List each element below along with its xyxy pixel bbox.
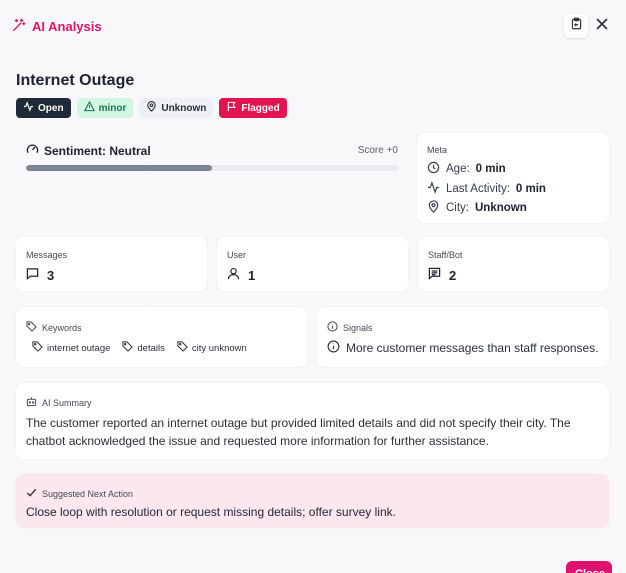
keyword-text: city unknown	[191, 342, 247, 354]
status-badge-label: Open	[38, 102, 64, 114]
signals-card: Signals More customer messages than staf…	[317, 307, 609, 367]
severity-badge-label: minor	[98, 102, 127, 114]
keywords-label-row: Keywords	[26, 321, 82, 334]
keywords-card: Keywords internet outage details city un…	[16, 307, 307, 367]
meta-last-activity-row: Last Activity: 0 min	[427, 181, 546, 197]
modal-title-text: AI Analysis	[32, 19, 102, 34]
ticket-title: Internet Outage	[16, 72, 135, 89]
sentiment-label: Sentiment: Neutral	[44, 144, 151, 158]
activity-icon	[23, 101, 34, 115]
age-value: 0 min	[475, 163, 506, 175]
signal-item: More customer messages than staff respon…	[327, 340, 599, 356]
ticket-badges: Open minor Unknown Flagged	[16, 98, 287, 118]
modal-title: AI Analysis	[12, 18, 102, 35]
user-stat-card: User 1	[217, 237, 408, 291]
copy-button[interactable]	[564, 14, 588, 38]
signal-text: More customer messages than staff respon…	[346, 341, 599, 355]
tag-icon	[177, 341, 188, 355]
age-label: Age:	[446, 163, 470, 175]
close-icon	[596, 17, 608, 35]
keyword-text: internet outage	[47, 342, 111, 354]
clock-icon	[427, 161, 440, 177]
keyword-text: details	[137, 342, 165, 354]
ai-summary-text: The customer reported an internet outage…	[26, 416, 571, 448]
tag-icon	[26, 321, 37, 334]
staff-bot-stat-value-row: 2	[428, 267, 456, 283]
messages-stat-value-row: 3	[26, 267, 54, 283]
sentiment-card: Sentiment: Neutral Score +0	[16, 133, 408, 223]
meta-label: Meta	[427, 145, 448, 155]
location-badge-label: Unknown	[161, 102, 207, 114]
location-badge: Unknown	[139, 98, 214, 118]
tag-icon	[32, 341, 43, 355]
chat-bubble-icon	[26, 267, 39, 283]
tag-icon	[122, 341, 134, 355]
city-label: City:	[446, 202, 469, 214]
map-pin-icon	[427, 200, 440, 216]
status-badge: Open	[16, 98, 71, 118]
next-action-label: Suggested Next Action	[42, 488, 134, 499]
warning-triangle-icon	[83, 100, 95, 115]
sentiment-title: Sentiment: Neutral	[26, 143, 151, 159]
flag-icon	[226, 101, 237, 115]
last-activity-value: 0 min	[515, 183, 546, 195]
staff-bot-stat-value: 2	[449, 267, 457, 283]
messages-stat-value: 3	[47, 267, 55, 283]
sentiment-score: Score +0	[357, 145, 398, 156]
keyword-chip: internet outage	[32, 341, 110, 355]
user-stat-value-row: 1	[227, 267, 255, 283]
messages-stat-label: Messages	[26, 250, 68, 260]
ai-analysis-modal: AI Analysis Internet Outage Open minor U…	[0, 0, 626, 573]
signals-label-row: Signals	[327, 321, 373, 334]
user-stat-value: 1	[248, 267, 256, 283]
keyword-list: internet outage details city unknown	[32, 341, 247, 355]
sentiment-bar-fill	[26, 165, 212, 171]
activity-icon	[427, 181, 440, 197]
close-modal-button[interactable]: Close	[566, 561, 612, 573]
meta-city-row: City: Unknown	[427, 200, 527, 216]
keyword-chip: details	[122, 341, 165, 355]
check-icon	[26, 487, 37, 500]
magic-wand-icon	[12, 18, 26, 35]
staff-bot-stat-card: Staff/Bot 2	[418, 237, 609, 291]
next-action-card: Suggested Next Action Close loop with re…	[16, 474, 609, 528]
ai-summary-card: AI Summary The customer reported an inte…	[16, 383, 609, 459]
ai-summary-label-row: AI Summary	[26, 396, 92, 409]
messages-stat-card: Messages 3	[16, 237, 207, 291]
last-activity-label: Last Activity:	[446, 183, 510, 195]
sentiment-bar	[26, 165, 398, 171]
map-pin-icon	[146, 101, 157, 115]
flagged-badge: Flagged	[219, 98, 287, 118]
next-action-text: Close loop with resolution or request mi…	[26, 505, 396, 519]
clipboard-icon	[570, 17, 583, 35]
signals-label: Signals	[343, 322, 373, 333]
next-action-label-row: Suggested Next Action	[26, 487, 133, 500]
info-icon	[327, 340, 340, 356]
gauge-icon	[26, 143, 39, 159]
severity-badge: minor	[76, 98, 134, 118]
keyword-chip: city unknown	[177, 341, 247, 355]
user-stat-label: User	[227, 250, 247, 260]
flagged-badge-label: Flagged	[241, 102, 280, 114]
meta-card: Meta Age: 0 min Last Activity: 0 min Cit…	[417, 133, 609, 223]
robot-icon	[26, 396, 37, 409]
ai-summary-label: AI Summary	[42, 397, 92, 408]
staff-bot-stat-label: Staff/Bot	[428, 250, 463, 260]
city-value: Unknown	[475, 202, 527, 214]
info-icon	[327, 321, 338, 334]
user-icon	[227, 267, 240, 283]
keywords-label: Keywords	[42, 322, 82, 333]
message-lines-icon	[428, 267, 441, 283]
meta-age-row: Age: 0 min	[427, 161, 506, 177]
close-button[interactable]	[590, 14, 614, 38]
modal-header: AI Analysis	[12, 14, 614, 38]
